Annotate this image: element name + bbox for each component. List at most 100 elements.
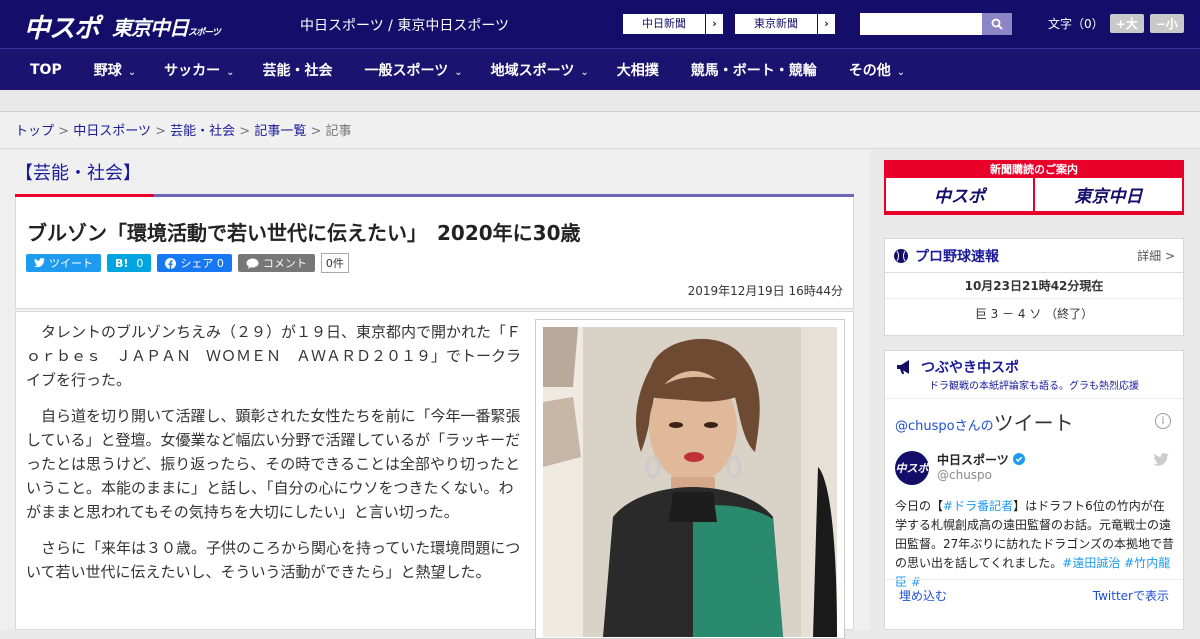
facebook-share-label: シェア 0 [180,257,224,270]
tweet-label: ツイート [49,257,93,270]
share-bar: ツイート B! 0 シェア 0 コメント 0件 [26,253,349,273]
verified-badge-icon [1012,453,1025,465]
article-photo-image [543,327,837,637]
chunichi-shimbun-button[interactable]: 中日新聞 › [622,13,724,35]
main-nav: TOP 野球 ⌄ サッカー ⌄ 芸能・社会 一般スポーツ ⌄ 地域スポーツ ⌄ 大相撲 … [0,48,1200,90]
search-input[interactable] [860,13,982,35]
article-paragraph: タレントのブルゾンちえみ（２９）が１９日、東京都内で開かれた「Ｆｏｒｂｅｓ ＪＡ… [26,323,522,389]
font-size-label: 文字（0） [1048,17,1104,31]
comment-button[interactable]: コメント [237,254,315,272]
twitter-widget: つぶやき中スポ ドラ観戦の本紙評論家も語る。グラも熱烈応援 @chuspoさんの… [884,350,1184,630]
tweet-author[interactable]: 中スポ 中日スポーツ @chuspo [895,451,1025,485]
speech-bubble-icon [246,258,259,269]
timeline-handle: @chuspoさんの [895,419,994,434]
breadcrumb-chunichi-sports[interactable]: 中日スポーツ [73,124,151,139]
comment-label: コメント [262,257,307,270]
twitter-bird-icon [34,258,45,268]
info-icon[interactable]: i [1155,413,1171,429]
nav-label: TOP [30,62,62,78]
nav-label: 野球 [93,63,122,79]
breadcrumb-separator: > [310,124,322,139]
facebook-share-button[interactable]: シェア 0 [157,254,232,272]
chunichi-shimbun-label: 中日新聞 [642,17,686,30]
nav-racing[interactable]: 競馬・ボート・競輪 [673,60,831,80]
tokyo-chunichi-logo[interactable]: 東京中日 [1035,178,1182,211]
nav-sumo[interactable]: 大相撲 [603,60,673,80]
baseball-more-link[interactable]: 詳細 > [1137,247,1175,264]
chevron-down-icon: ⌄ [127,67,137,78]
nav-label: 競馬・ボート・競輪 [690,63,817,79]
megaphone-icon [897,360,909,374]
font-decrease-button[interactable]: −小 [1149,14,1184,33]
chevron-down-icon: ⌄ [580,67,589,78]
search-icon [991,18,1003,30]
hatena-bookmark-button[interactable]: B! 0 [107,254,152,272]
article-paragraph: さらに「来年は３０歳。子供のころから関心を持っていた環境問題について若い世代に伝… [26,539,521,581]
nav-general-sports[interactable]: 一般スポーツ ⌄ [347,60,477,80]
tokyo-shimbun-label: 東京新聞 [754,17,798,30]
baseball-scores-header: プロ野球速報 詳細 > [885,239,1183,273]
comment-count[interactable]: 0件 [320,253,349,273]
nav-label: 一般スポーツ [364,63,449,79]
search-button[interactable] [982,13,1012,35]
person-photo-illustration [543,327,837,637]
nav-other[interactable]: その他 ⌄ [831,60,919,80]
twitter-widget-footer: 埋め込む Twitterで表示 [885,579,1183,611]
baseball-scores-box: プロ野球速報 詳細 > 10月23日21時42分現在 巨 3 － 4 ソ （終了… [884,238,1184,336]
article-text: タレントのブルゾンちえみ（２９）が１９日、東京都内で開かれた「Ｆｏｒｂｅｓ ＪＡ… [26,320,523,596]
nav-label: 地域スポーツ [490,63,575,79]
site-logo[interactable]: 中スポ [24,8,100,45]
subscription-logos: 中スポ 東京中日 [886,178,1182,211]
nav-label: サッカー [164,63,221,79]
tweet-text: 今日の【#ドラ番記者】はドラフト6位の竹内が在学する札幌創成高の遠田監督のお話。… [895,497,1175,592]
tokyo-chunichi-logo[interactable]: 東京中日スポーツ [112,12,221,41]
tweet-button[interactable]: ツイート [26,254,101,272]
chuspo-logo[interactable]: 中スポ [886,178,1033,211]
twitter-widget-title: つぶやき中スポ [921,360,1019,376]
breadcrumb-separator: > [58,124,70,139]
hashtag-link[interactable]: #ドラ番記者 [943,499,1013,513]
chevron-down-icon: ⌄ [226,67,235,78]
timeline-title[interactable]: @chuspoさんのツイート [895,407,1074,436]
embed-link[interactable]: 埋め込む [899,587,947,604]
main-column: 【芸能・社会】 ブルゾン「環境活動で若い世代に伝えたい」 2020年に30歳 ツ… [0,149,870,639]
site-title[interactable]: 中日スポーツ / 東京中日スポーツ [300,15,509,35]
nav-local-sports[interactable]: 地域スポーツ ⌄ [477,60,603,80]
facebook-icon [165,257,177,269]
hatena-logo: B! [115,256,129,270]
breadcrumb-top[interactable]: トップ [15,124,54,139]
breadcrumb-article-list[interactable]: 記事一覧 [254,124,306,139]
nav-label: 芸能・社会 [262,63,333,79]
chevron-right-icon: › [705,14,723,34]
hatena-count: 0 [136,256,144,270]
baseball-score[interactable]: 巨 3 － 4 ソ （終了） [885,299,1183,329]
breadcrumb-current: 記事 [325,124,352,139]
twitter-bird-icon[interactable] [1153,453,1169,471]
tweet-author-handle: @chuspo [937,468,993,482]
search-form [860,13,1012,35]
view-on-twitter-link[interactable]: Twitterで表示 [1093,587,1169,604]
baseball-updated-time: 10月23日21時42分現在 [885,273,1183,299]
baseball-icon [894,248,908,263]
breadcrumb-entertainment[interactable]: 芸能・社会 [170,124,235,139]
chevron-right-icon: › [817,14,835,34]
nav-top[interactable]: TOP [0,62,76,78]
nav-entertainment[interactable]: 芸能・社会 [249,60,347,80]
article-body: タレントのブルゾンちえみ（２９）が１９日、東京都内で開かれた「Ｆｏｒｂｅｓ ＪＡ… [15,311,854,639]
baseball-title: プロ野球速報 [915,248,999,265]
nav-baseball[interactable]: 野球 ⌄ [76,60,150,80]
article-photo[interactable] [535,319,845,639]
tweet-author-name: 中日スポーツ [937,451,1025,468]
subscription-title: 新聞購読のご案内 [990,163,1078,176]
tokyo-chunichi-logo-text: 東京中日 [112,16,189,40]
font-increase-button[interactable]: +大 [1109,14,1144,33]
article-paragraph: 自ら道を切り開いて活躍し、顕彰された女性たちを前に「今年一番緊張している」と登壇… [26,407,521,521]
tokyo-shimbun-button[interactable]: 東京新聞 › [734,13,836,35]
site-header: 中スポ 東京中日スポーツ 中日スポーツ / 東京中日スポーツ 中日新聞 › 東京… [0,0,1200,48]
nav-label: その他 [848,63,891,79]
nav-soccer[interactable]: サッカー ⌄ [150,60,248,80]
article-header: ブルゾン「環境活動で若い世代に伝えたい」 2020年に30歳 ツイート B! 0… [15,197,854,309]
tweet-text-start: 今日の【 [895,499,944,513]
tweet-author-name-text: 中日スポーツ [937,453,1009,467]
subscription-banner[interactable]: 新聞購読のご案内 中スポ 東京中日 [884,160,1184,215]
